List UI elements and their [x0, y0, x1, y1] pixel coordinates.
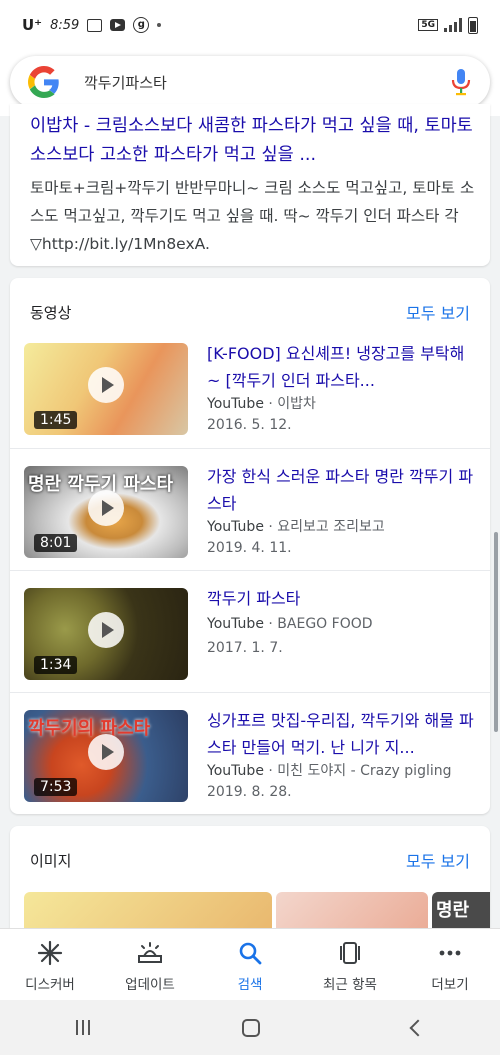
videos-section: 동영상 모두 보기 1:45 [K-FOOD] 요신셰프! 냉장고를 부탁해~ … — [10, 278, 490, 814]
video-source: YouTube · 미친 도야지 - Crazy pigling — [207, 763, 452, 779]
video-item[interactable]: 1:45 [K-FOOD] 요신셰프! 냉장고를 부탁해~ [깍두기 인더 파스… — [10, 326, 490, 448]
nav-label: 검색 — [237, 977, 263, 993]
battery-icon — [468, 16, 478, 34]
home-icon[interactable] — [242, 1018, 260, 1037]
nav-label: 더보기 — [431, 977, 469, 993]
video-source: YouTube · 요리보고 조리보고 — [207, 519, 385, 535]
video-date: 2019. 4. 11. — [207, 540, 292, 556]
video-channel: 이밥차 — [277, 396, 316, 412]
nav-discover[interactable]: 디스커버 — [0, 929, 100, 1000]
video-title[interactable]: [K-FOOD] 요신셰프! 냉장고를 부탁해~ [깍두기 인더 파스타... — [207, 340, 477, 394]
nav-label: 최근 항목 — [323, 977, 377, 993]
video-platform: YouTube — [207, 763, 264, 779]
dot-icon — [157, 23, 162, 27]
video-item[interactable]: 깍두기의 파스타 7:53 싱가포르 맛집-우리집, 깍두기와 해물 파스타 만… — [10, 692, 490, 814]
mic-icon[interactable] — [450, 68, 472, 96]
video-date: 2017. 1. 7. — [207, 640, 283, 656]
play-icon[interactable] — [88, 612, 124, 648]
video-thumbnail[interactable]: 1:34 — [24, 588, 188, 680]
status-time: 8:59 — [50, 17, 80, 33]
back-icon[interactable] — [409, 1019, 427, 1036]
status-bar: U⁺ 8:59 g 5G — [0, 0, 500, 50]
nav-label: 업데이트 — [125, 977, 175, 993]
video-duration: 7:53 — [34, 778, 78, 796]
result-title-link[interactable]: 이밥차 - 크림소스보다 새콤한 파스타가 먹고 싶을 때, 토마토소스보다 고… — [30, 112, 480, 170]
g-circle-icon: g — [133, 17, 150, 33]
updates-icon — [138, 942, 162, 963]
search-box[interactable]: 깍두기파스타 — [10, 56, 490, 108]
video-date: 2016. 5. 12. — [207, 417, 292, 433]
youtube-icon — [110, 19, 126, 31]
play-icon[interactable] — [88, 367, 124, 403]
nav-label: 디스커버 — [25, 977, 75, 993]
more-icon — [439, 950, 461, 956]
bottom-navigation: 디스커버 업데이트 검색 최근 항목 더보기 — [0, 928, 500, 1000]
thumbnail-caption: 깍두기의 파스타 — [28, 718, 151, 739]
asterisk-icon — [37, 940, 63, 966]
video-title[interactable]: 깍두기 파스타 — [207, 585, 477, 612]
system-navigation — [0, 1000, 500, 1055]
video-thumbnail[interactable]: 명란 깍두기 파스타 8:01 — [24, 466, 188, 558]
images-heading: 이미지 — [30, 852, 72, 870]
videos-more-link[interactable]: 모두 보기 — [406, 300, 470, 324]
video-item[interactable]: 명란 깍두기 파스타 8:01 가장 한식 스러운 파스타 명란 깍뚜기 파스타… — [10, 448, 490, 570]
signal-icon — [444, 18, 462, 32]
video-channel: BAEGO FOOD — [277, 616, 373, 632]
network-badge: 5G — [418, 19, 438, 31]
video-duration: 1:34 — [34, 656, 78, 674]
images-more-link[interactable]: 모두 보기 — [406, 848, 470, 872]
video-channel: 요리보고 조리보고 — [277, 519, 385, 535]
play-icon[interactable] — [88, 490, 124, 526]
scrollbar[interactable] — [494, 532, 498, 732]
recent-apps-icon[interactable] — [76, 1020, 90, 1035]
nav-updates[interactable]: 업데이트 — [100, 929, 200, 1000]
video-source: YouTube · 이밥차 — [207, 396, 316, 412]
google-g-icon[interactable] — [28, 66, 60, 98]
video-platform: YouTube — [207, 519, 264, 535]
videos-heading: 동영상 — [30, 304, 72, 322]
gallery-icon — [87, 18, 103, 32]
nav-search[interactable]: 검색 — [200, 929, 300, 1000]
nav-more[interactable]: 더보기 — [400, 929, 500, 1000]
video-duration: 1:45 — [34, 411, 78, 429]
recent-icon — [340, 942, 360, 964]
video-platform: YouTube — [207, 616, 264, 632]
video-item[interactable]: 1:34 깍두기 파스타 YouTube · BAEGO FOOD 2017. … — [10, 570, 490, 692]
search-query[interactable]: 깍두기파스타 — [84, 72, 450, 93]
video-channel: 미친 도야지 - Crazy pigling — [277, 763, 452, 779]
nav-recent[interactable]: 최근 항목 — [300, 929, 400, 1000]
video-platform: YouTube — [207, 396, 264, 412]
search-icon — [239, 942, 262, 965]
carrier-label: U⁺ — [22, 16, 43, 34]
video-title[interactable]: 싱가포르 맛집-우리집, 깍두기와 해물 파스타 만들어 먹기. 난 니가 지.… — [207, 707, 477, 761]
video-thumbnail[interactable]: 깍두기의 파스타 7:53 — [24, 710, 188, 802]
search-result-card: 이밥차 - 크림소스보다 새콤한 파스타가 먹고 싶을 때, 토마토소스보다 고… — [10, 104, 490, 266]
play-icon[interactable] — [88, 734, 124, 770]
result-snippet: 토마토+크림+깍두기 반반무마니~ 크림 소스도 먹고싶고, 토마토 소스도 먹… — [30, 179, 475, 253]
video-duration: 8:01 — [34, 534, 78, 552]
video-date: 2019. 8. 28. — [207, 784, 292, 800]
video-title[interactable]: 가장 한식 스러운 파스타 명란 깍뚜기 파스타 — [207, 463, 477, 517]
video-source: YouTube · BAEGO FOOD — [207, 616, 373, 632]
video-thumbnail[interactable]: 1:45 — [24, 343, 188, 435]
